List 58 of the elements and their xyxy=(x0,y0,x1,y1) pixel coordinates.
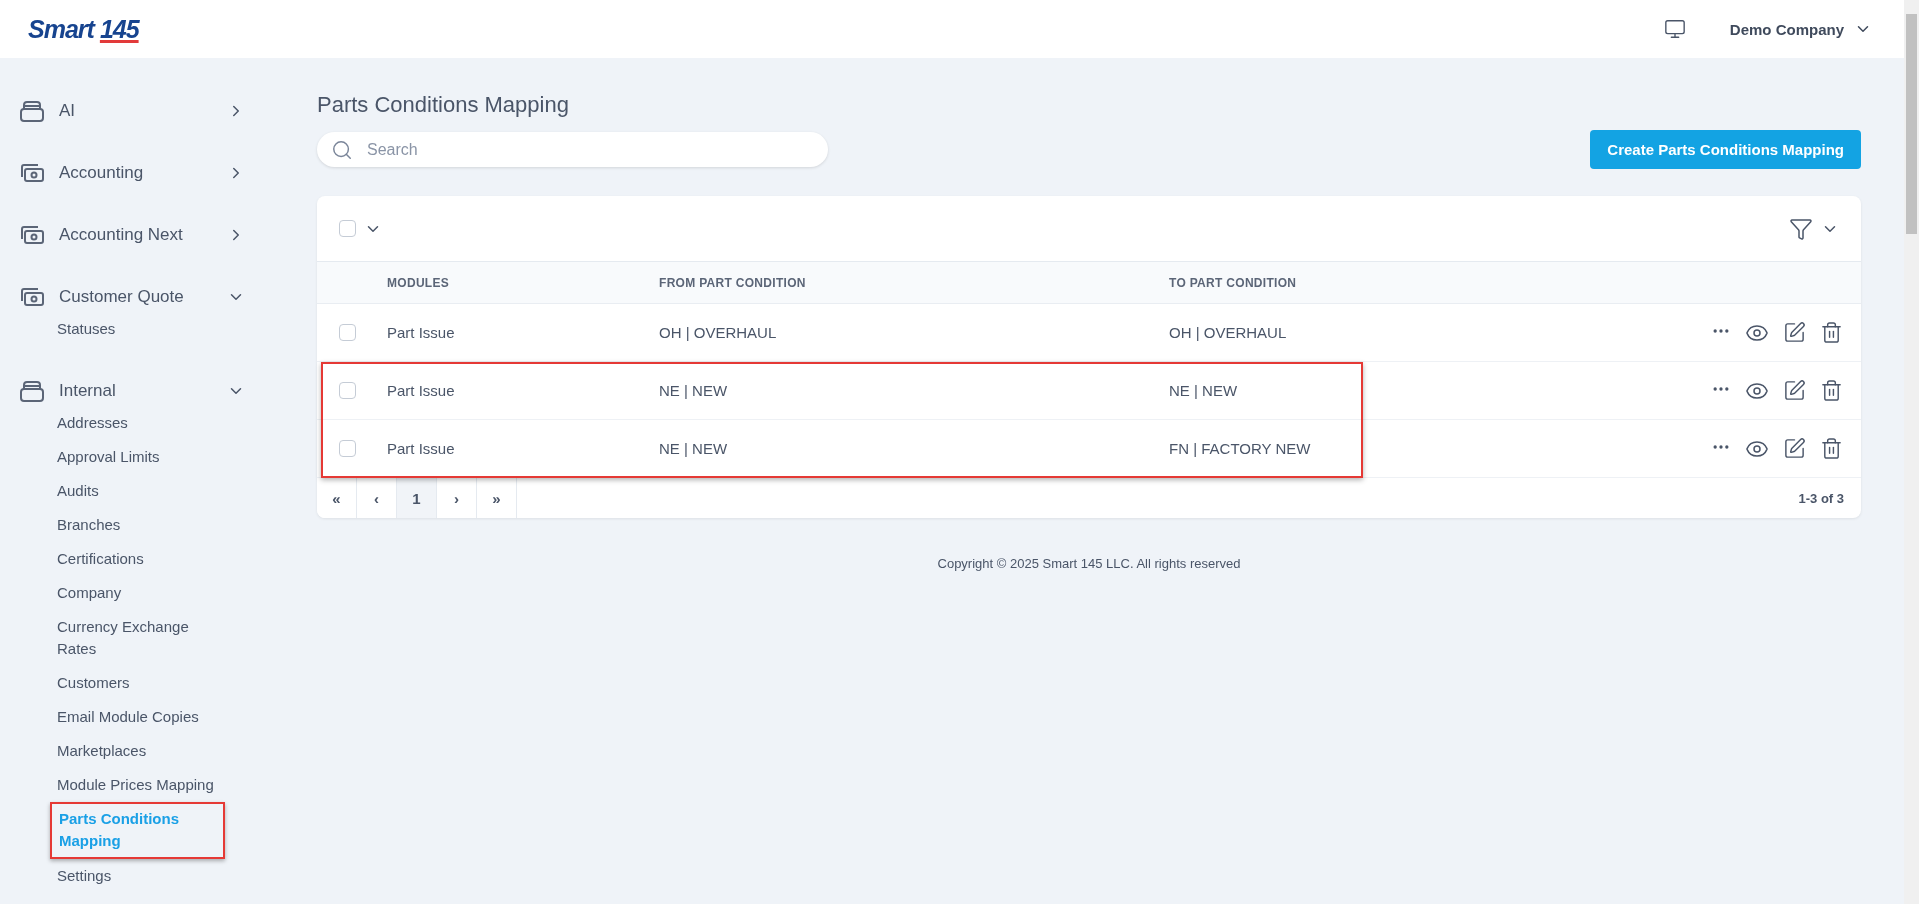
table-cell-text: FN | FACTORY NEW xyxy=(1169,440,1312,457)
sidebar-item[interactable]: Branches xyxy=(57,508,227,542)
sidebar-item[interactable]: Email Module Copies xyxy=(57,700,227,734)
copyright-text: Copyright © 2025 Smart 145 LLC. All rights reserved xyxy=(936,556,1242,571)
scrollbar[interactable] xyxy=(1904,0,1919,904)
cash-icon xyxy=(20,225,44,245)
sidebar-item[interactable]: Approval Limits xyxy=(57,440,227,474)
sidebar-item[interactable]: Customers xyxy=(57,666,227,700)
column-header: MODULES xyxy=(387,275,451,290)
table-cell-text: OH | OVERHAUL xyxy=(1169,324,1288,341)
search-field[interactable]: Search xyxy=(317,132,828,167)
cash-icon xyxy=(20,287,44,307)
row-checkbox[interactable] xyxy=(339,382,356,399)
company-dropdown[interactable]: Demo Company xyxy=(1725,16,1876,42)
column-header: FROM PART CONDITION xyxy=(659,275,807,290)
sidebar-section[interactable]: AI xyxy=(20,80,245,142)
page-title: Parts Conditions Mapping xyxy=(317,92,570,118)
row-checkbox[interactable] xyxy=(339,440,356,457)
tray-icon xyxy=(20,380,44,402)
trash-icon[interactable] xyxy=(1820,436,1843,461)
table-cell-text: NE | NEW xyxy=(659,440,729,457)
page-button[interactable]: » xyxy=(477,478,517,518)
table-cell-text: Part Issue xyxy=(387,324,456,341)
page-button[interactable]: ‹ xyxy=(357,478,397,518)
pagination-summary: 1-3 of 3 xyxy=(1798,490,1844,506)
trash-icon[interactable] xyxy=(1820,378,1843,403)
row-checkbox[interactable] xyxy=(339,324,356,341)
table-cell-text: NE | NEW xyxy=(1169,382,1239,399)
column-header: TO PART CONDITION xyxy=(1169,275,1298,290)
search-icon xyxy=(331,139,353,161)
trash-icon[interactable] xyxy=(1820,320,1843,345)
sidebar-item[interactable]: Statuses xyxy=(57,312,227,346)
page-button[interactable]: 1 xyxy=(397,478,437,518)
tray-icon xyxy=(20,100,44,122)
sidebar-item[interactable]: Marketplaces xyxy=(57,734,227,768)
edit-icon[interactable] xyxy=(1783,436,1806,461)
table-cell-text: OH | OVERHAUL xyxy=(659,324,778,341)
filter-icon[interactable] xyxy=(1789,216,1813,241)
cash-icon xyxy=(20,163,44,183)
select-all-checkbox[interactable] xyxy=(339,220,356,237)
sidebar-item[interactable]: Addresses xyxy=(57,406,227,440)
sidebar-section[interactable]: Accounting xyxy=(20,142,245,204)
sidebar-item[interactable]: Module Prices Mapping xyxy=(57,768,227,802)
page-button[interactable]: › xyxy=(437,478,477,518)
edit-icon[interactable] xyxy=(1783,320,1806,345)
sidebar-item[interactable]: Currency Exchange Rates xyxy=(57,610,227,666)
page-button[interactable]: « xyxy=(317,478,357,518)
sidebar-item[interactable]: Audits xyxy=(57,474,227,508)
sidebar-item[interactable]: Certifications xyxy=(57,542,227,576)
sidebar-section[interactable]: Accounting Next xyxy=(20,204,245,266)
monitor-icon[interactable] xyxy=(1663,18,1686,40)
table-cell-text: Part Issue xyxy=(387,440,456,457)
edit-icon[interactable] xyxy=(1783,378,1806,403)
sidebar-item[interactable]: Settings xyxy=(57,859,227,893)
table-cell-text: NE | NEW xyxy=(659,382,729,399)
table-cell-text: Part Issue xyxy=(387,382,456,399)
logo[interactable]: Smart 145 xyxy=(26,10,141,48)
sidebar-item[interactable]: Company xyxy=(57,576,227,610)
